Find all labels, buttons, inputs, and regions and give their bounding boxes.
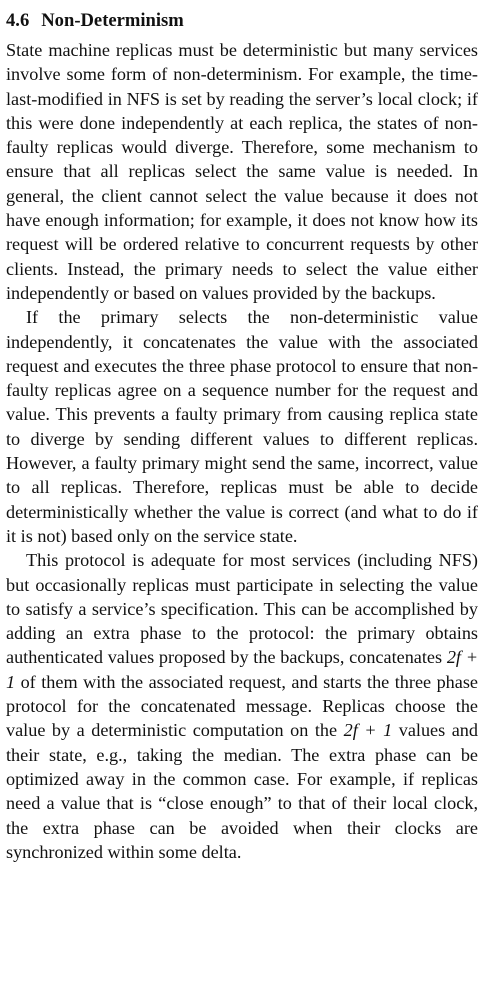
paragraph-text: This protocol is adequate for most servi… [6, 550, 478, 668]
math-expression: 2f + 1 [343, 720, 393, 741]
paragraph-text: State machine replicas must be determini… [6, 40, 478, 303]
section-title: Non-Determinism [41, 10, 184, 31]
section-heading: 4.6 Non-Determinism [6, 9, 478, 33]
document-page: 4.6 Non-Determinism State machine replica… [0, 0, 484, 998]
section-number: 4.6 [6, 10, 30, 31]
paragraph-text: If the primary selects the non-determini… [6, 307, 478, 546]
paragraph-text: values and their state, e.g., taking the… [6, 720, 478, 862]
paragraph-3: This protocol is adequate for most servi… [6, 548, 478, 864]
paragraph-1: State machine replicas must be determini… [6, 38, 478, 305]
paragraph-2: If the primary selects the non-determini… [6, 305, 478, 548]
